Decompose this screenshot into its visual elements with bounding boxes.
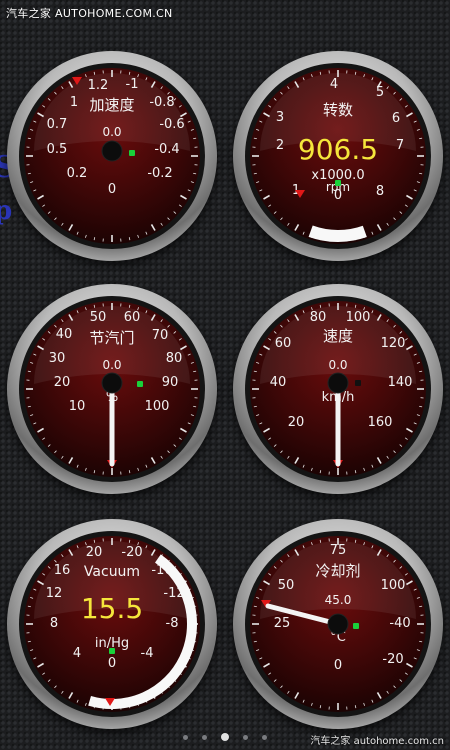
tick-label: 12 bbox=[46, 586, 63, 601]
speed-gauge[interactable]: 80100120140160204060速度0.0km/h bbox=[233, 284, 443, 494]
tick-label: 2 bbox=[276, 138, 284, 153]
gauge-svg: 1.2 -1 -0.8 -0.6 -0.4 -0.2 0 0.2 0.5 0.71 加速度 0.0 bbox=[19, 63, 205, 249]
tick-label: 4 bbox=[330, 77, 338, 92]
status-indicator bbox=[137, 381, 143, 387]
tick-label: -1 bbox=[126, 77, 139, 92]
tick-label: -20 bbox=[382, 652, 403, 667]
rpm-gauge[interactable]: 456780123转数906.5x1000.0rpm bbox=[233, 51, 443, 261]
gauge-title: 速度 bbox=[323, 327, 353, 345]
page-dot[interactable] bbox=[262, 734, 267, 740]
tick-label: 25 bbox=[274, 616, 291, 631]
tick-label: 8 bbox=[376, 184, 384, 199]
watermark-bottom: 汽车之家 autohome.com.cn bbox=[310, 736, 444, 747]
status-indicator bbox=[355, 380, 361, 386]
tick-label: 20 bbox=[86, 545, 103, 560]
tick-label: -0.6 bbox=[159, 117, 184, 132]
tick-label: 8 bbox=[50, 616, 58, 631]
page-dot-active[interactable] bbox=[221, 733, 229, 741]
status-indicator bbox=[129, 150, 135, 156]
tick-label: 10 bbox=[69, 399, 86, 414]
gauge-title: 节汽门 bbox=[89, 329, 134, 347]
tick-label: -20 bbox=[121, 545, 142, 560]
tick-label: 20 bbox=[54, 375, 71, 390]
gauge-value: 0.0 bbox=[102, 358, 121, 372]
tick-label: 0.7 bbox=[47, 117, 68, 132]
gauge-value: 0.0 bbox=[102, 125, 121, 139]
tick-label: 70 bbox=[152, 328, 169, 343]
page-dot[interactable] bbox=[183, 734, 188, 740]
status-indicator bbox=[335, 180, 341, 186]
gauge-value: 15.5 bbox=[81, 592, 143, 625]
tick-label: 50 bbox=[90, 310, 107, 325]
tick-label: 0 bbox=[108, 182, 116, 197]
tick-label: 40 bbox=[56, 327, 73, 342]
tick-label: 3 bbox=[276, 110, 284, 125]
tick-label: 4 bbox=[73, 646, 81, 661]
gauge-title: 加速度 bbox=[89, 96, 134, 114]
tick-label: 90 bbox=[162, 375, 179, 390]
tick-label: 75 bbox=[330, 543, 347, 558]
tick-label: -0.2 bbox=[147, 166, 172, 181]
watermark-top: 汽车之家 AUTOHOME.COM.CN bbox=[6, 7, 173, 20]
tick-label: 40 bbox=[270, 375, 287, 390]
status-indicator bbox=[109, 648, 115, 654]
gauge-svg: 456780123转数906.5x1000.0rpm bbox=[245, 63, 431, 249]
page-dot[interactable] bbox=[202, 734, 207, 740]
tick-label: -40 bbox=[389, 616, 410, 631]
gauge-title: Vacuum bbox=[84, 564, 140, 580]
vacuum-gauge[interactable]: 20 -20 -16 -12 -8 -4 0 4 8 12 16 Vacuum 15.5 in/Hg bbox=[7, 519, 217, 729]
needle-hub bbox=[327, 372, 349, 394]
tick-label: 80 bbox=[310, 310, 327, 325]
tick-label: 160 bbox=[368, 415, 393, 430]
tick-label: 7 bbox=[396, 138, 404, 153]
tick-label: 20 bbox=[288, 415, 305, 430]
tick-label: 0.5 bbox=[47, 142, 68, 157]
tick-label: 100 bbox=[381, 578, 406, 593]
tick-label: -0.4 bbox=[154, 142, 179, 157]
tick-label: 60 bbox=[124, 310, 141, 325]
coolant-gauge[interactable]: 75 100 -40 -20 0 25 50 冷却剂 45.0 °C bbox=[233, 519, 443, 729]
gauge-title: 冷却剂 bbox=[315, 562, 360, 580]
gauge-title: 转数 bbox=[323, 101, 353, 119]
needle-hub bbox=[101, 372, 123, 394]
tick-label: 6 bbox=[392, 111, 400, 126]
status-indicator bbox=[353, 623, 359, 629]
tick-label: 0 bbox=[108, 656, 116, 671]
tick-label: 140 bbox=[388, 375, 413, 390]
tick-label: -8 bbox=[166, 616, 179, 631]
tick-label: 1 bbox=[70, 95, 78, 110]
gauge-value: 0.0 bbox=[328, 358, 347, 372]
gauge-svg: 75100-40-2002550冷却剂45.0°C bbox=[245, 531, 431, 717]
throttle-gauge[interactable]: 506070809010010203040节汽门0.0% bbox=[7, 284, 217, 494]
value-arc bbox=[308, 225, 367, 242]
tick-label: 80 bbox=[166, 351, 183, 366]
tick-label: 120 bbox=[381, 336, 406, 351]
tick-label: 100 bbox=[346, 310, 371, 325]
needle-hub bbox=[101, 140, 123, 162]
gauge-value: 45.0 bbox=[325, 593, 352, 607]
gauge-svg: 20 -20-16-12-8-40481216 Vacuum15.5in/Hg bbox=[19, 531, 205, 717]
tick-label: 50 bbox=[278, 578, 295, 593]
tick-label: 1.2 bbox=[88, 78, 109, 93]
tick-label: 0.2 bbox=[67, 166, 88, 181]
gauge-svg: 506070809010010203040节汽门0.0% bbox=[19, 296, 205, 482]
tick-label: 16 bbox=[54, 563, 71, 578]
gauge-value: 906.5 bbox=[298, 133, 378, 166]
tick-label: 100 bbox=[145, 399, 170, 414]
tick-label: 5 bbox=[376, 85, 384, 100]
tick-label: -0.8 bbox=[149, 95, 174, 110]
tick-label: -4 bbox=[141, 646, 154, 661]
needle-hub bbox=[327, 613, 349, 635]
page-dot[interactable] bbox=[243, 734, 248, 740]
tick-label: 30 bbox=[49, 351, 66, 366]
tick-label: 60 bbox=[275, 336, 292, 351]
tick-label: 0 bbox=[334, 658, 342, 673]
gauge-svg: 80100120140160204060速度0.0km/h bbox=[245, 296, 431, 482]
acceleration-gauge[interactable]: 1.2 -1 -0.8 -0.6 -0.4 -0.2 0 0.2 0.5 0.7 1 加速度 0.0 bbox=[7, 51, 217, 261]
